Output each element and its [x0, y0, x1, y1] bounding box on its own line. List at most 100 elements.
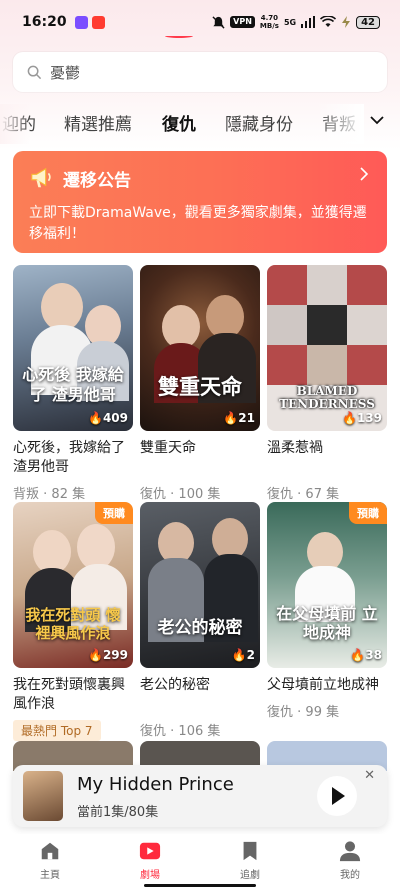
- nav-home[interactable]: 主頁: [20, 840, 80, 881]
- speed-value: 4.70: [260, 14, 279, 22]
- drama-poster[interactable]: 雙重天命 🔥21: [140, 265, 260, 431]
- megaphone-icon: [31, 167, 51, 188]
- poster-title: BLAMED TENDERNESS: [279, 384, 375, 411]
- drama-poster[interactable]: 老公的秘密 🔥2: [140, 502, 260, 668]
- drama-meta: 背叛 · 82 集: [13, 487, 86, 502]
- nav-label: 主頁: [40, 870, 60, 881]
- nav-label: 劇場: [140, 870, 160, 881]
- tab-hidden-identity[interactable]: 隱藏身份: [225, 110, 293, 135]
- active-tab-indicator: [165, 34, 193, 38]
- tab-revenge[interactable]: 復仇: [162, 110, 196, 135]
- play-count: 🔥409: [87, 411, 128, 425]
- drama-meta: 復仇 · 67 集: [267, 487, 340, 502]
- play-count: 🔥38: [350, 648, 382, 662]
- drama-tag: 背叛: [13, 487, 40, 502]
- play-count-value: 139: [356, 411, 382, 425]
- play-count: 🔥299: [87, 648, 128, 662]
- charging-icon: [342, 16, 351, 28]
- drama-episodes: 82 集: [51, 487, 86, 502]
- preorder-badge: 預購: [95, 502, 133, 524]
- drama-episodes: 67 集: [305, 487, 340, 502]
- drama-poster[interactable]: 我在死對頭 懷裡興風作浪 預購 🔥299: [13, 502, 133, 668]
- drama-title[interactable]: 心死後，我嫁給了渣男他哥: [13, 439, 133, 477]
- search-icon: [27, 65, 42, 79]
- drama-meta: 復仇 · 106 集: [140, 724, 221, 739]
- chevron-down-icon[interactable]: [369, 112, 385, 128]
- drama-card[interactable]: 老公的秘密 🔥2 老公的秘密 復仇 · 106 集: [140, 502, 260, 739]
- wifi-icon: [320, 16, 337, 27]
- play-button[interactable]: [317, 776, 357, 816]
- vpn-badge: VPN: [230, 16, 255, 28]
- drama-card[interactable]: 在父母墳前 立地成神 預購 🔥38 父母墳前立地成神 復仇 · 99 集: [267, 502, 387, 720]
- bookmark-icon: [243, 841, 257, 861]
- drama-poster[interactable]: 在父母墳前 立地成神 預購 🔥38: [267, 502, 387, 668]
- drama-title[interactable]: 老公的秘密: [140, 676, 260, 695]
- play-count: 🔥21: [223, 411, 255, 425]
- migration-notice[interactable]: 遷移公告 立即下載DramaWave，觀看更多獨家劇集，並獲得遷移福利！: [13, 151, 387, 253]
- play-count-value: 299: [102, 648, 128, 662]
- tabs-fade-right: [316, 104, 364, 144]
- drama-tag: 復仇: [267, 705, 294, 720]
- tab-featured[interactable]: 精選推薦: [64, 110, 132, 135]
- nav-theater[interactable]: 劇場: [120, 840, 180, 881]
- status-time: 16:20: [22, 14, 67, 30]
- play-count-value: 2: [246, 648, 255, 662]
- drama-card[interactable]: 雙重天命 🔥21 雙重天命 復仇 · 100 集: [140, 265, 260, 502]
- search-query[interactable]: 憂鬱: [50, 62, 80, 83]
- drama-poster[interactable]: BLAMED TENDERNESS 🔥139: [267, 265, 387, 431]
- drama-tag: 復仇: [140, 487, 167, 502]
- poster-title: 心死後 我嫁給了 渣男他哥: [22, 365, 124, 404]
- home-indicator: [144, 884, 256, 887]
- bottom-nav: 主頁 劇場 追劇 我的: [0, 834, 400, 889]
- player-title: My Hidden Prince: [77, 774, 234, 795]
- chevron-right-icon: [360, 167, 369, 181]
- nav-label: 追劇: [240, 870, 260, 881]
- theater-icon: [139, 842, 161, 860]
- drama-title[interactable]: 我在死對頭懷裏興風作浪: [13, 676, 133, 714]
- player-thumbnail[interactable]: [23, 771, 63, 821]
- close-icon[interactable]: ✕: [364, 768, 375, 783]
- search-bar[interactable]: 憂鬱: [13, 52, 387, 92]
- drama-episodes: 100 集: [178, 487, 221, 502]
- poster-tile: [347, 345, 387, 385]
- play-count-value: 21: [238, 411, 255, 425]
- poster-tile: [347, 305, 387, 345]
- poster-title: 老公的秘密: [157, 618, 243, 638]
- signal-icon: [301, 16, 316, 28]
- drama-meta: 復仇 · 100 集: [140, 487, 221, 502]
- battery-level: 42: [356, 15, 380, 29]
- poster-tile: [347, 265, 387, 305]
- drama-card[interactable]: 我在死對頭 懷裡興風作浪 預購 🔥299 我在死對頭懷裏興風作浪 最熱門 Top…: [13, 502, 133, 741]
- poster-tile: [267, 305, 307, 345]
- app-notification-icon: [91, 15, 105, 29]
- home-icon: [41, 842, 59, 860]
- mini-player[interactable]: My Hidden Prince 當前1集/80集 ✕: [13, 765, 387, 827]
- network-speed: 4.70 MB/s: [260, 14, 279, 30]
- status-bar: 16:20 VPN 4.70 MB/s 5G 42: [0, 0, 400, 44]
- nav-profile[interactable]: 我的: [320, 840, 380, 881]
- drama-episodes: 99 集: [305, 705, 340, 720]
- drama-tag: 復仇: [140, 724, 167, 739]
- drama-title[interactable]: 父母墳前立地成神: [267, 676, 387, 695]
- drama-title[interactable]: 溫柔惹禍: [267, 439, 387, 458]
- drama-card[interactable]: BLAMED TENDERNESS 🔥139 溫柔惹禍 復仇 · 67 集: [267, 265, 387, 502]
- play-count-value: 38: [365, 648, 382, 662]
- poster-title: 我在死對頭 懷裡興風作浪: [25, 606, 121, 642]
- drama-title[interactable]: 雙重天命: [140, 439, 260, 458]
- drama-poster[interactable]: 心死後 我嫁給了 渣男他哥 🔥409: [13, 265, 133, 431]
- tabs-fade-left: [0, 104, 30, 144]
- player-episode: 當前1集/80集: [77, 805, 159, 820]
- notice-title: 遷移公告: [63, 170, 131, 191]
- nav-label: 我的: [340, 870, 360, 881]
- drama-episodes: 106 集: [178, 724, 221, 739]
- nav-following[interactable]: 追劇: [220, 840, 280, 881]
- poster-title: 在父母墳前 立地成神: [276, 604, 378, 642]
- play-count: 🔥139: [341, 411, 382, 425]
- poster-figure: [41, 283, 83, 331]
- drama-card[interactable]: 心死後 我嫁給了 渣男他哥 🔥409 心死後，我嫁給了渣男他哥 背叛 · 82 …: [13, 265, 133, 502]
- poster-tile: [267, 265, 307, 305]
- notice-body: 立即下載DramaWave，觀看更多獨家劇集，並獲得遷移福利！: [29, 205, 367, 242]
- speed-unit: MB/s: [259, 22, 279, 30]
- poster-title: 雙重天命: [158, 374, 242, 399]
- profile-icon: [339, 841, 361, 862]
